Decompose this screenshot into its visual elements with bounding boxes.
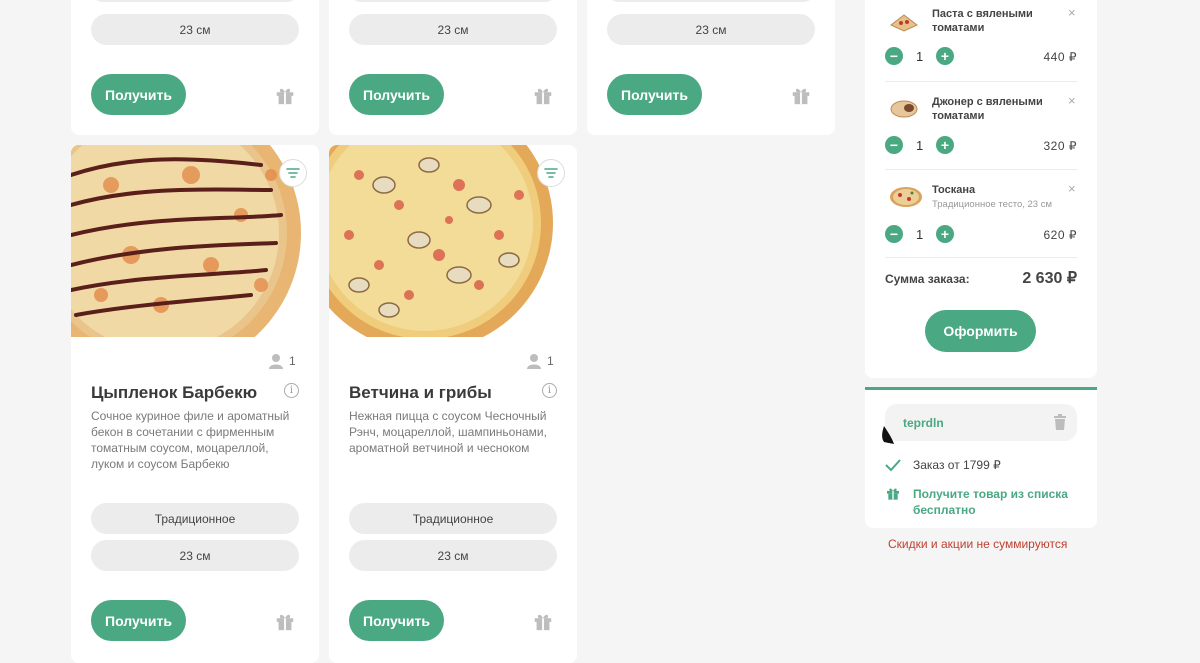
info-icon[interactable]: i (542, 383, 557, 398)
filter-icon[interactable] (279, 159, 307, 187)
size-pill[interactable] (607, 0, 815, 2)
divider (885, 257, 1077, 258)
person-icon (269, 354, 283, 369)
get-button[interactable]: Получить (91, 74, 186, 115)
product-card-top-2: 23 см Получить (329, 0, 577, 135)
pizza-description: Сочное куриное филе и ароматный бекон в … (91, 409, 290, 471)
qty-value: 1 (916, 227, 924, 242)
doner-thumbnail (890, 100, 918, 118)
size-pill[interactable] (91, 0, 299, 2)
qty-value: 1 (916, 49, 924, 64)
promo-code: teprdln (903, 416, 944, 430)
qty-value: 1 (916, 138, 924, 153)
size-option[interactable]: 23 см (349, 540, 557, 571)
filter-icon[interactable] (537, 159, 565, 187)
promo-condition: Заказ от 1799 ₽ (885, 458, 1001, 472)
promo-reward[interactable]: Получите товар из списка бесплатно (885, 486, 1075, 518)
promo-panel: teprdln Заказ от 1799 ₽ Получите товар и… (865, 387, 1097, 528)
product-card-ham-mushroom: 1 Ветчина и грибы i Нежная пицца с соусо… (329, 145, 577, 663)
decrease-qty-button[interactable]: − (885, 136, 903, 154)
gift-icon[interactable] (532, 610, 554, 632)
product-card-bbq-chicken: 1 Цыпленок Барбекю i Сочное куриное филе… (71, 145, 319, 663)
promo-reward-text: Получите товар из списка бесплатно (913, 487, 1068, 517)
order-total-label: Сумма заказа: (885, 272, 970, 286)
cart-item-name: Джонер с вялеными томатами (932, 96, 1043, 122)
promo-code-field[interactable]: teprdln (885, 404, 1077, 441)
cart-item-price: 320 ₽ (1043, 139, 1077, 153)
order-total-value: 2 630 ₽ (1022, 270, 1077, 287)
promo-condition-text: Заказ от 1799 ₽ (913, 458, 1001, 472)
divider (885, 81, 1077, 82)
increase-qty-button[interactable]: + (936, 225, 954, 243)
servings-count: 1 (289, 354, 296, 368)
get-button[interactable]: Получить (349, 600, 444, 641)
pizza-thumbnail (890, 187, 922, 207)
increase-qty-button[interactable]: + (936, 136, 954, 154)
dough-option[interactable]: Традиционное (349, 503, 557, 534)
person-icon (527, 354, 541, 369)
get-button[interactable]: Получить (349, 74, 444, 115)
remove-item-icon[interactable]: × (1068, 93, 1076, 108)
cart-item-name: Паста с вялеными томатами (932, 8, 1033, 34)
servings: 1 (527, 353, 554, 369)
cart-panel: Паста с вялеными томатами × − 1 + 440 ₽ … (865, 0, 1097, 378)
gift-icon[interactable] (274, 84, 296, 106)
dough-option[interactable]: Традиционное (91, 503, 299, 534)
size-option[interactable]: 23 см (91, 14, 299, 45)
gift-icon[interactable] (532, 84, 554, 106)
cart-item-name: Тоскана (932, 184, 976, 196)
trash-icon[interactable] (1053, 414, 1067, 430)
pizza-title: Ветчина и грибы (349, 383, 492, 402)
get-button[interactable]: Получить (91, 600, 186, 641)
pasta-thumbnail (890, 14, 918, 32)
divider (885, 169, 1077, 170)
increase-qty-button[interactable]: + (936, 47, 954, 65)
pizza-title: Цыпленок Барбекю (91, 383, 258, 402)
size-option[interactable]: 23 см (91, 540, 299, 571)
pizza-description: Нежная пицца с соусом Чесночный Рэнч, мо… (349, 409, 547, 455)
size-option[interactable]: 23 см (607, 14, 815, 45)
size-option[interactable]: 23 см (349, 14, 557, 45)
gift-icon[interactable] (790, 84, 812, 106)
servings-count: 1 (547, 354, 554, 368)
gift-icon (887, 488, 899, 500)
check-icon (885, 459, 901, 472)
cart-item-price: 440 ₽ (1043, 50, 1077, 64)
remove-item-icon[interactable]: × (1068, 5, 1076, 20)
info-icon[interactable]: i (284, 383, 299, 398)
discount-note: Скидки и акции не суммируются (888, 537, 1068, 551)
get-button[interactable]: Получить (607, 74, 702, 115)
mouse-cursor (882, 426, 894, 444)
decrease-qty-button[interactable]: − (885, 225, 903, 243)
cart-item-subtitle: Традиционное тесто, 23 см (932, 199, 1052, 210)
remove-item-icon[interactable]: × (1068, 181, 1076, 196)
cart-item-price: 620 ₽ (1043, 228, 1077, 242)
checkout-button[interactable]: Оформить (925, 310, 1036, 352)
product-card-top-3: 23 см Получить (587, 0, 835, 135)
gift-icon[interactable] (274, 610, 296, 632)
servings: 1 (269, 353, 296, 369)
pizza-image[interactable] (329, 145, 577, 337)
pizza-image[interactable] (71, 145, 319, 337)
product-card-top-1: 23 см Получить (71, 0, 319, 135)
size-pill[interactable] (349, 0, 557, 2)
decrease-qty-button[interactable]: − (885, 47, 903, 65)
